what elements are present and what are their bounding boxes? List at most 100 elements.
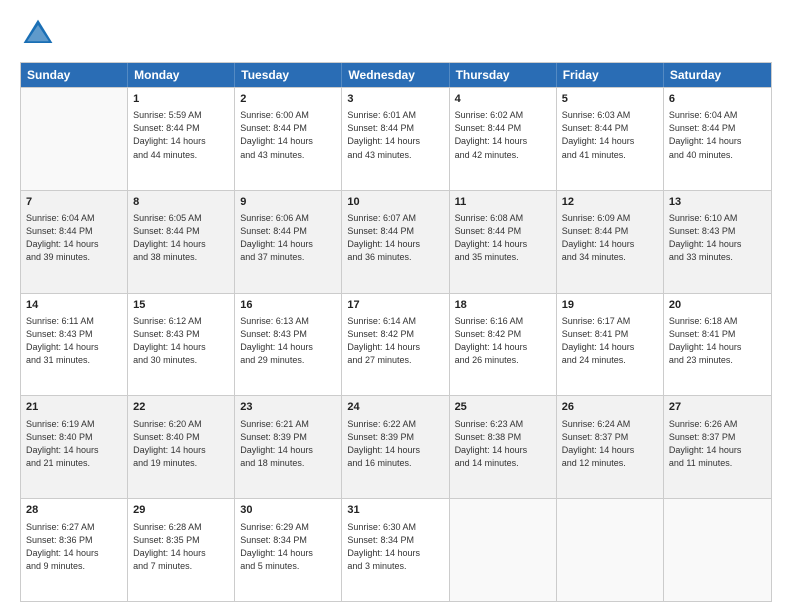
calendar-cell [21,88,128,190]
day-number: 31 [347,503,443,518]
cell-info-line: Sunrise: 6:06 AM [240,212,336,225]
calendar-cell: 29Sunrise: 6:28 AMSunset: 8:35 PMDayligh… [128,499,235,601]
calendar-cell: 6Sunrise: 6:04 AMSunset: 8:44 PMDaylight… [664,88,771,190]
cell-info-line: Sunset: 8:43 PM [133,328,229,341]
cell-info-line: Daylight: 14 hours [562,238,658,251]
cell-info-line: Daylight: 14 hours [347,341,443,354]
cell-info-line: Daylight: 14 hours [669,135,766,148]
cell-info-line: Sunset: 8:37 PM [562,431,658,444]
calendar-cell: 24Sunrise: 6:22 AMSunset: 8:39 PMDayligh… [342,396,449,498]
cell-info-line: Daylight: 14 hours [347,547,443,560]
cell-info-line: and 14 minutes. [455,457,551,470]
cell-info-line: and 11 minutes. [669,457,766,470]
cell-info-line: Daylight: 14 hours [133,135,229,148]
day-number: 13 [669,195,766,210]
cell-info-line: and 44 minutes. [133,149,229,162]
calendar-cell: 1Sunrise: 5:59 AMSunset: 8:44 PMDaylight… [128,88,235,190]
day-of-week-header: Friday [557,63,664,87]
cell-info-line: Sunrise: 6:02 AM [455,109,551,122]
day-number: 7 [26,195,122,210]
cell-info-line: Sunrise: 6:20 AM [133,418,229,431]
cell-info-line: Daylight: 14 hours [26,341,122,354]
cell-info-line: and 30 minutes. [133,354,229,367]
cell-info-line: Daylight: 14 hours [669,444,766,457]
day-number: 25 [455,400,551,415]
calendar-cell: 8Sunrise: 6:05 AMSunset: 8:44 PMDaylight… [128,191,235,293]
cell-info-line: Sunrise: 6:03 AM [562,109,658,122]
cell-info-line: and 23 minutes. [669,354,766,367]
header [20,16,772,52]
cell-info-line: Sunset: 8:44 PM [455,122,551,135]
cell-info-line: and 39 minutes. [26,251,122,264]
day-number: 16 [240,298,336,313]
cell-info-line: Sunset: 8:43 PM [240,328,336,341]
cell-info-line: Daylight: 14 hours [669,238,766,251]
cell-info-line: Sunset: 8:36 PM [26,534,122,547]
logo-icon [20,16,56,52]
cell-info-line: and 40 minutes. [669,149,766,162]
cell-info-line: Sunrise: 6:19 AM [26,418,122,431]
day-number: 21 [26,400,122,415]
calendar-cell: 5Sunrise: 6:03 AMSunset: 8:44 PMDaylight… [557,88,664,190]
day-number: 4 [455,92,551,107]
day-of-week-header: Tuesday [235,63,342,87]
cell-info-line: Sunrise: 6:22 AM [347,418,443,431]
day-number: 10 [347,195,443,210]
calendar-cell [450,499,557,601]
calendar-cell: 20Sunrise: 6:18 AMSunset: 8:41 PMDayligh… [664,294,771,396]
cell-info-line: Daylight: 14 hours [240,238,336,251]
cell-info-line: Sunset: 8:44 PM [240,122,336,135]
cell-info-line: and 31 minutes. [26,354,122,367]
cell-info-line: Daylight: 14 hours [562,341,658,354]
cell-info-line: and 24 minutes. [562,354,658,367]
day-of-week-header: Sunday [21,63,128,87]
cell-info-line: and 42 minutes. [455,149,551,162]
cell-info-line: Sunset: 8:37 PM [669,431,766,444]
cell-info-line: Sunrise: 6:01 AM [347,109,443,122]
day-number: 18 [455,298,551,313]
cell-info-line: Sunrise: 6:29 AM [240,521,336,534]
cell-info-line: and 19 minutes. [133,457,229,470]
cell-info-line: Sunrise: 6:13 AM [240,315,336,328]
calendar-cell: 17Sunrise: 6:14 AMSunset: 8:42 PMDayligh… [342,294,449,396]
cell-info-line: Sunset: 8:42 PM [347,328,443,341]
cell-info-line: Sunrise: 6:14 AM [347,315,443,328]
cell-info-line: Sunset: 8:44 PM [562,122,658,135]
cell-info-line: and 38 minutes. [133,251,229,264]
calendar-cell: 16 Sunrise: 6:13 AMSunset: 8:43 PMDayligh… [235,294,342,396]
calendar-cell: 10Sunrise: 6:07 AMSunset: 8:44 PMDayligh… [342,191,449,293]
calendar-row: 1Sunrise: 5:59 AMSunset: 8:44 PMDaylight… [21,87,771,190]
cell-info-line: Sunset: 8:39 PM [240,431,336,444]
cell-info-line: Sunset: 8:41 PM [669,328,766,341]
cell-info-line: Sunrise: 6:17 AM [562,315,658,328]
cell-info-line: Daylight: 14 hours [240,135,336,148]
cell-info-line: Sunset: 8:34 PM [240,534,336,547]
cell-info-line: Daylight: 14 hours [240,341,336,354]
calendar-cell: 2Sunrise: 6:00 AMSunset: 8:44 PMDaylight… [235,88,342,190]
cell-info-line: Sunrise: 6:04 AM [26,212,122,225]
calendar-cell: 25Sunrise: 6:23 AMSunset: 8:38 PMDayligh… [450,396,557,498]
cell-info-line: Daylight: 14 hours [455,444,551,457]
cell-info-line: and 29 minutes. [240,354,336,367]
day-number: 19 [562,298,658,313]
cell-info-line: Sunrise: 6:08 AM [455,212,551,225]
day-number: 24 [347,400,443,415]
cell-info-line: Sunrise: 6:09 AM [562,212,658,225]
day-number: 8 [133,195,229,210]
cell-info-line: Daylight: 14 hours [347,444,443,457]
cell-info-line: Sunset: 8:44 PM [347,225,443,238]
calendar-cell: 4Sunrise: 6:02 AMSunset: 8:44 PMDaylight… [450,88,557,190]
cell-info-line: Sunset: 8:35 PM [133,534,229,547]
calendar-cell [664,499,771,601]
cell-info-line: Sunrise: 6:28 AM [133,521,229,534]
cell-info-line: Sunset: 8:42 PM [455,328,551,341]
day-number: 14 [26,298,122,313]
calendar-row: 28Sunrise: 6:27 AMSunset: 8:36 PMDayligh… [21,498,771,601]
day-number: 22 [133,400,229,415]
cell-info-line: Daylight: 14 hours [26,238,122,251]
cell-info-line: and 34 minutes. [562,251,658,264]
calendar-cell: 28Sunrise: 6:27 AMSunset: 8:36 PMDayligh… [21,499,128,601]
cell-info-line: and 26 minutes. [455,354,551,367]
cell-info-line: Daylight: 14 hours [133,547,229,560]
calendar-header: SundayMondayTuesdayWednesdayThursdayFrid… [21,63,771,87]
